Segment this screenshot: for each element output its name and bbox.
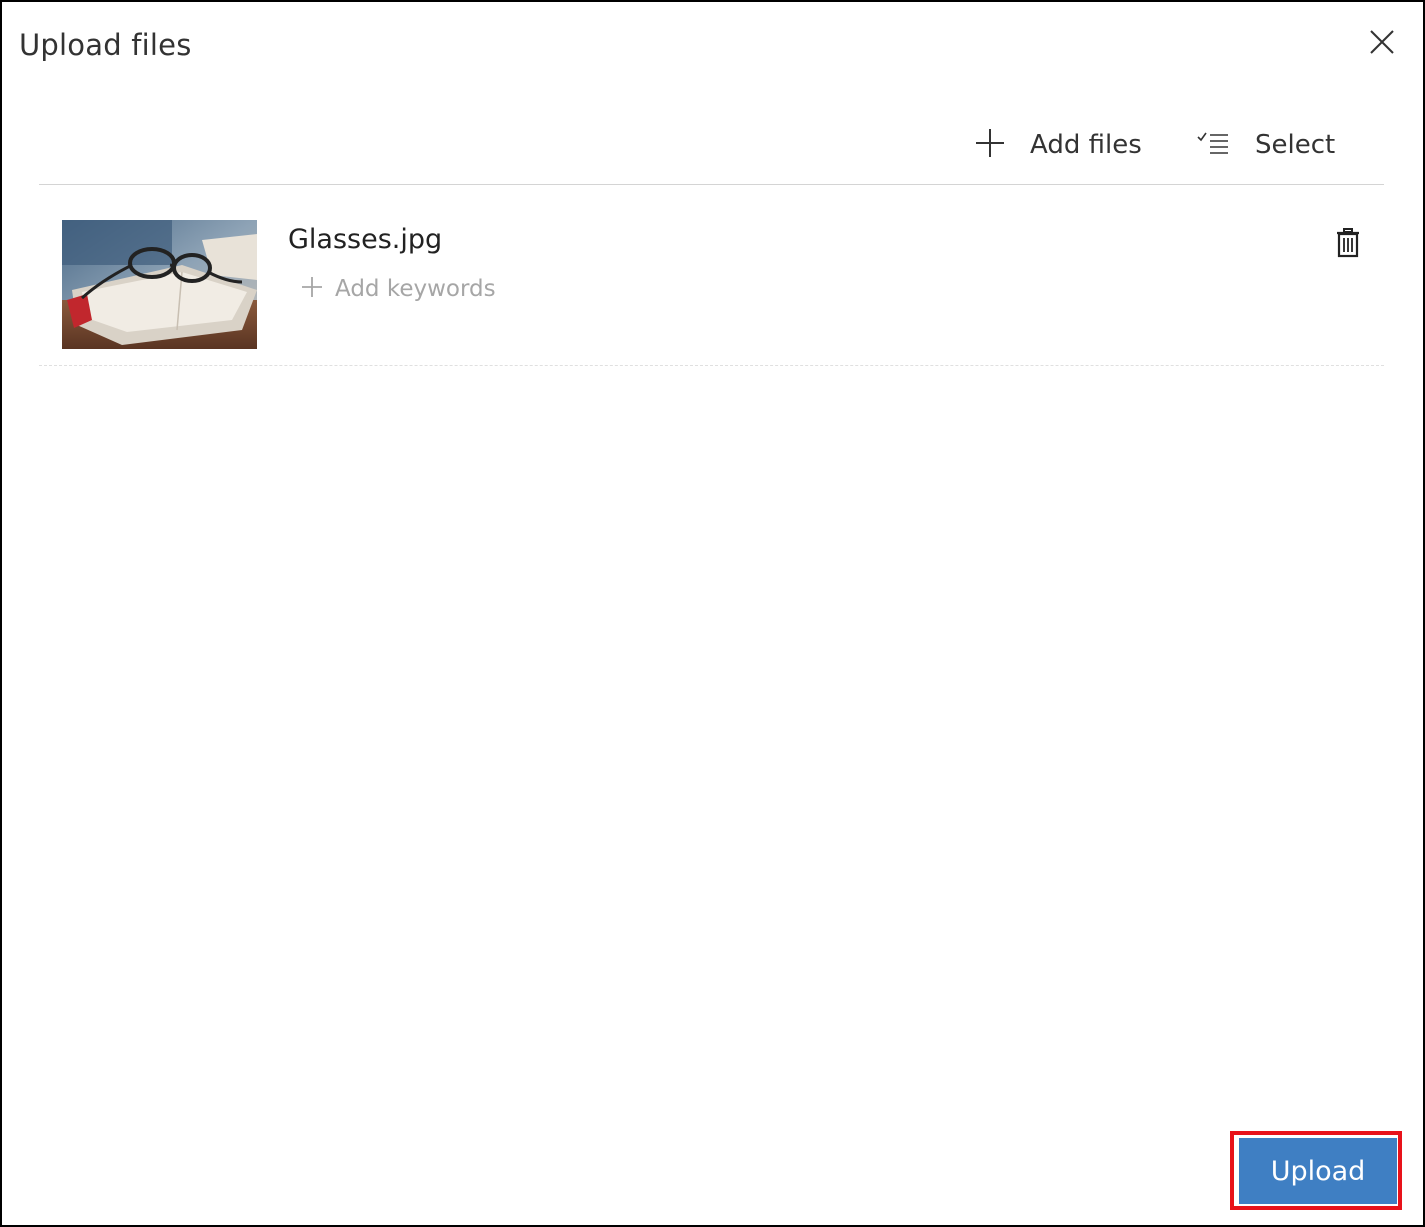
close-icon bbox=[1369, 29, 1395, 59]
toolbar-divider bbox=[39, 184, 1384, 185]
select-button[interactable]: Select bbox=[1195, 120, 1335, 170]
add-files-label: Add files bbox=[1030, 130, 1142, 160]
file-name: Glasses.jpg bbox=[288, 224, 443, 255]
trash-icon bbox=[1336, 228, 1360, 262]
checklist-icon bbox=[1195, 129, 1231, 161]
delete-file-button[interactable] bbox=[1331, 228, 1365, 262]
upload-files-dialog: Upload files Add files Select Glasses.jp… bbox=[0, 0, 1425, 1227]
upload-button[interactable]: Upload bbox=[1239, 1138, 1397, 1204]
file-thumbnail bbox=[62, 220, 257, 349]
add-keywords-button[interactable]: Add keywords bbox=[301, 276, 496, 302]
select-label: Select bbox=[1255, 130, 1336, 160]
dialog-title: Upload files bbox=[19, 28, 192, 62]
add-files-button[interactable]: Add files bbox=[974, 120, 1142, 170]
plus-icon bbox=[974, 127, 1006, 163]
close-button[interactable] bbox=[1364, 26, 1400, 62]
add-keywords-label: Add keywords bbox=[335, 276, 496, 302]
file-list-item: Glasses.jpg Add keywords bbox=[39, 202, 1384, 366]
plus-icon bbox=[301, 276, 323, 302]
